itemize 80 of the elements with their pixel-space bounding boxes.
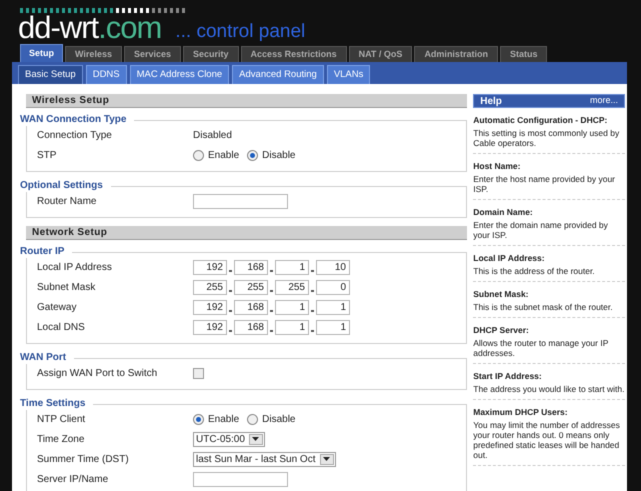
checkbox[interactable] [193,368,204,378]
help-text: Enter the domain name provided by your ISP. [473,220,609,240]
sub-tab[interactable]: VLANs [326,65,370,84]
nav-tab[interactable]: Status [500,46,548,62]
help-title: DHCP Server: [473,325,530,336]
ip-octet-field[interactable]: 10 [316,260,350,274]
group-title: WAN Connection Type [20,114,134,126]
section-header: Wireless Setup [26,94,468,108]
field-label: Router Name [37,194,98,208]
help-title: Domain Name: [473,207,534,218]
help-text: Enter the host name provided by your ISP. [473,174,616,194]
help-title: Start IP Address: [473,371,543,382]
caret-icon [248,434,263,444]
section-header: Network Setup [26,226,468,240]
help-title: Automatic Configuration - DHCP: [473,115,608,126]
help-text: Allows the router to manage your IP addresses. [473,338,610,358]
ip-octet-field[interactable]: 1 [275,300,309,314]
more-link[interactable]: more... [590,94,618,108]
nav-tab[interactable]: Security [183,46,239,62]
field-label: Local IP Address [37,260,113,274]
nav-tab[interactable]: NAT / QoS [348,46,412,62]
group-title: WAN Port [20,352,74,364]
nav-tab[interactable]: Access Restrictions [240,46,347,62]
ip-octet-field[interactable]: 192 [193,320,227,334]
ip-octet-field[interactable]: 255 [193,280,227,294]
field-label: STP [37,148,58,162]
ip-octet-field[interactable]: 168 [234,300,268,314]
caret-icon [320,454,334,464]
help-text: This setting is most commonly used by Cable operators. [473,128,620,148]
sub-tab[interactable]: Basic Setup [18,65,83,84]
ip-octet-field[interactable]: 255 [234,280,268,294]
control-panel-title: ... control panel [175,21,306,43]
help-title: Host Name: [473,161,522,172]
field-label: Connection Type [37,128,113,142]
radio-option[interactable]: Enable [193,148,240,162]
logo: dd-wrt.com [18,12,162,44]
input-field[interactable] [193,194,288,208]
help-text: This is the address of the router. [473,266,596,276]
group-title: Time Settings [20,398,94,410]
ip-octet-field[interactable]: 0 [316,280,350,294]
field-label: Subnet Mask [37,280,96,294]
field-label: Gateway [37,300,78,314]
ip-octet-field[interactable]: 192 [193,260,227,274]
field-label: Server IP/Name [37,472,110,486]
sub-tab[interactable]: DDNS [86,65,127,84]
group-title: Optional Settings [20,180,111,192]
dropdown[interactable]: UTC-05:00 [193,432,265,446]
field-label: Summer Time (DST) [37,452,130,466]
nav-tab[interactable]: Administration [414,46,498,62]
field-value: Disabled [193,128,232,142]
help-title: Maximum DHCP Users: [473,407,569,418]
help-text: This is the subnet mask of the router. [473,302,614,312]
radio-option[interactable]: Disable [247,148,296,162]
ip-octet-field[interactable]: 1 [275,260,309,274]
nav-tab[interactable]: Services [124,46,182,62]
ip-octet-field[interactable]: 168 [234,260,268,274]
ip-octet-field[interactable]: 192 [193,300,227,314]
help-header: Help more... [473,94,625,108]
nav-tab[interactable]: Wireless [65,46,122,62]
radio-option[interactable]: Disable [247,412,296,426]
sub-tab[interactable]: Advanced Routing [232,65,324,84]
help-title: Local IP Address: [473,253,546,264]
ip-octet-field[interactable]: 1 [275,320,309,334]
radio-option[interactable]: Enable [193,412,240,426]
ip-octet-field[interactable]: 168 [234,320,268,334]
field-label: Time Zone [37,432,86,446]
group-title: Router IP [20,246,72,258]
input-field[interactable] [193,472,288,486]
help-text: You may limit the number of addresses your router hands out. 0 means only predefined static leases will be handed out. [473,420,621,460]
help-text: The address you would like to start with. [473,384,625,394]
sub-tab[interactable]: MAC Address Clone [130,65,230,84]
field-label: Assign WAN Port to Switch [37,366,158,380]
field-label: NTP Client [37,412,86,426]
help-title: Subnet Mask: [473,289,530,300]
nav-tab[interactable]: Setup [20,44,64,62]
dropdown[interactable]: last Sun Mar - last Sun Oct [193,452,336,466]
ip-octet-field[interactable]: 1 [316,300,350,314]
ip-octet-field[interactable]: 1 [316,320,350,334]
ip-octet-field[interactable]: 255 [275,280,309,294]
field-label: Local DNS [37,320,86,334]
